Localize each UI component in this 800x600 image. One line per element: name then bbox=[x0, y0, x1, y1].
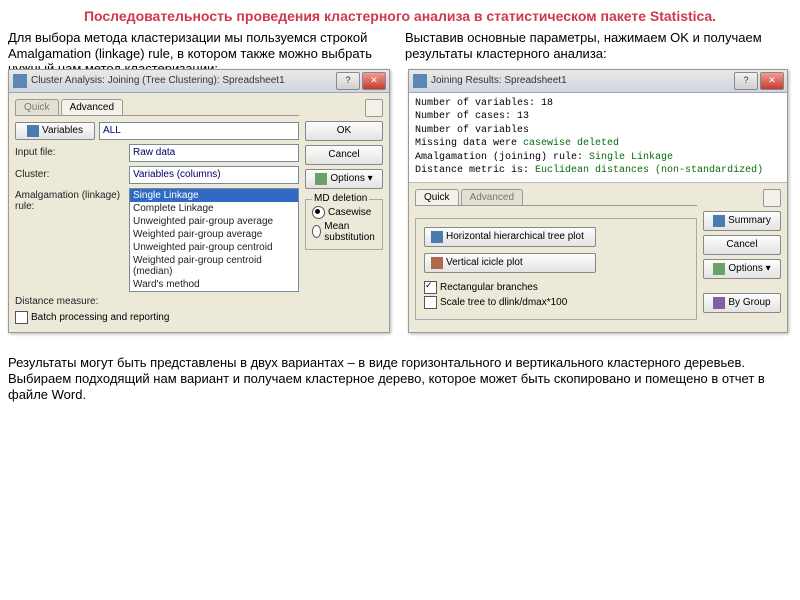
tree-icon bbox=[431, 231, 443, 243]
joining-results-dialog: Joining Results: Spreadsheet1 ? ✕ Number… bbox=[408, 69, 788, 333]
vertical-icicle-label: Vertical icicle plot bbox=[446, 257, 523, 268]
app-icon bbox=[13, 74, 27, 88]
summary-button[interactable]: Summary bbox=[703, 211, 781, 231]
panel-toggle[interactable] bbox=[763, 189, 781, 207]
help-button[interactable]: ? bbox=[734, 72, 758, 90]
app-icon bbox=[413, 74, 427, 88]
amalg-option[interactable]: Complete Linkage bbox=[130, 202, 298, 215]
results-info-panel: Number of variables: 18 Number of cases:… bbox=[409, 93, 787, 183]
amalg-option[interactable]: Unweighted pair-group average bbox=[130, 215, 298, 228]
footer-text: Результаты могут быть представлены в дву… bbox=[8, 355, 792, 404]
variables-button-label: Variables bbox=[42, 125, 83, 136]
amalg-option[interactable]: Ward's method bbox=[130, 278, 298, 291]
casewise-radio[interactable] bbox=[312, 206, 325, 219]
options-button[interactable]: Options ▾ bbox=[305, 169, 383, 189]
summary-button-label: Summary bbox=[728, 215, 771, 226]
dlg1-titlebar[interactable]: Cluster Analysis: Joining (Tree Clusteri… bbox=[9, 70, 389, 93]
mean-sub-radio-label: Mean substitution bbox=[324, 221, 376, 243]
rectangular-checkbox[interactable] bbox=[424, 281, 437, 294]
close-button[interactable]: ✕ bbox=[362, 72, 386, 90]
cluster-select[interactable]: Variables (columns) bbox=[129, 166, 299, 184]
cluster-label: Cluster: bbox=[15, 169, 125, 180]
options-button[interactable]: Options ▾ bbox=[703, 259, 781, 279]
cluster-analysis-dialog: Cluster Analysis: Joining (Tree Clusteri… bbox=[8, 69, 390, 333]
amalgamation-label: Amalgamation (linkage) rule: bbox=[15, 188, 125, 212]
horizontal-tree-button[interactable]: Horizontal hierarchical tree plot bbox=[424, 227, 596, 247]
tab-advanced[interactable]: Advanced bbox=[461, 189, 523, 205]
variables-value: ALL bbox=[99, 122, 299, 140]
tab-quick[interactable]: Quick bbox=[15, 99, 59, 115]
options-icon bbox=[315, 173, 327, 185]
md-deletion-title: MD deletion bbox=[312, 193, 369, 204]
cancel-button[interactable]: Cancel bbox=[703, 235, 781, 255]
dlg2-titlebar[interactable]: Joining Results: Spreadsheet1 ? ✕ bbox=[409, 70, 787, 93]
scale-tree-checkbox-label: Scale tree to dlink/dmax*100 bbox=[440, 297, 567, 308]
horizontal-tree-label: Horizontal hierarchical tree plot bbox=[446, 231, 584, 242]
rectangular-checkbox-label: Rectangular branches bbox=[440, 282, 538, 293]
vertical-icicle-button[interactable]: Vertical icicle plot bbox=[424, 253, 596, 273]
batch-checkbox[interactable] bbox=[15, 311, 28, 324]
close-button[interactable]: ✕ bbox=[760, 72, 784, 90]
page-title: Последовательность проведения кластерног… bbox=[8, 8, 792, 24]
scale-tree-checkbox[interactable] bbox=[424, 296, 437, 309]
dlg1-title: Cluster Analysis: Joining (Tree Clusteri… bbox=[31, 75, 285, 86]
input-file-select[interactable]: Raw data bbox=[129, 144, 299, 162]
help-button[interactable]: ? bbox=[336, 72, 360, 90]
casewise-radio-label: Casewise bbox=[328, 207, 371, 218]
tab-quick[interactable]: Quick bbox=[415, 189, 459, 205]
by-group-button-label: By Group bbox=[728, 297, 770, 308]
amalg-option[interactable]: Weighted pair-group centroid (median) bbox=[130, 254, 298, 278]
variables-button[interactable]: Variables bbox=[15, 122, 95, 140]
icicle-icon bbox=[431, 257, 443, 269]
dlg2-title: Joining Results: Spreadsheet1 bbox=[431, 75, 567, 86]
input-file-label: Input file: bbox=[15, 147, 125, 158]
summary-icon bbox=[713, 215, 725, 227]
options-button-label: Options bbox=[330, 173, 364, 184]
options-button-label: Options bbox=[728, 263, 762, 274]
ok-button[interactable]: OK bbox=[305, 121, 383, 141]
distance-label: Distance measure: bbox=[15, 296, 125, 307]
batch-checkbox-label: Batch processing and reporting bbox=[31, 312, 169, 323]
panel-toggle[interactable] bbox=[365, 99, 383, 117]
mean-sub-radio[interactable] bbox=[312, 225, 321, 238]
group-icon bbox=[713, 297, 725, 309]
amalgamation-select[interactable]: Single Linkage Complete Linkage Unweight… bbox=[129, 188, 299, 292]
amalgamation-selected[interactable]: Single Linkage bbox=[130, 189, 298, 202]
by-group-button[interactable]: By Group bbox=[703, 293, 781, 313]
cancel-button[interactable]: Cancel bbox=[305, 145, 383, 165]
tab-advanced[interactable]: Advanced bbox=[61, 99, 123, 115]
amalg-option[interactable]: Unweighted pair-group centroid bbox=[130, 241, 298, 254]
md-deletion-group: MD deletion Casewise Mean substitution bbox=[305, 199, 383, 250]
variables-icon bbox=[27, 125, 39, 137]
options-icon bbox=[713, 263, 725, 275]
amalg-option[interactable]: Weighted pair-group average bbox=[130, 228, 298, 241]
